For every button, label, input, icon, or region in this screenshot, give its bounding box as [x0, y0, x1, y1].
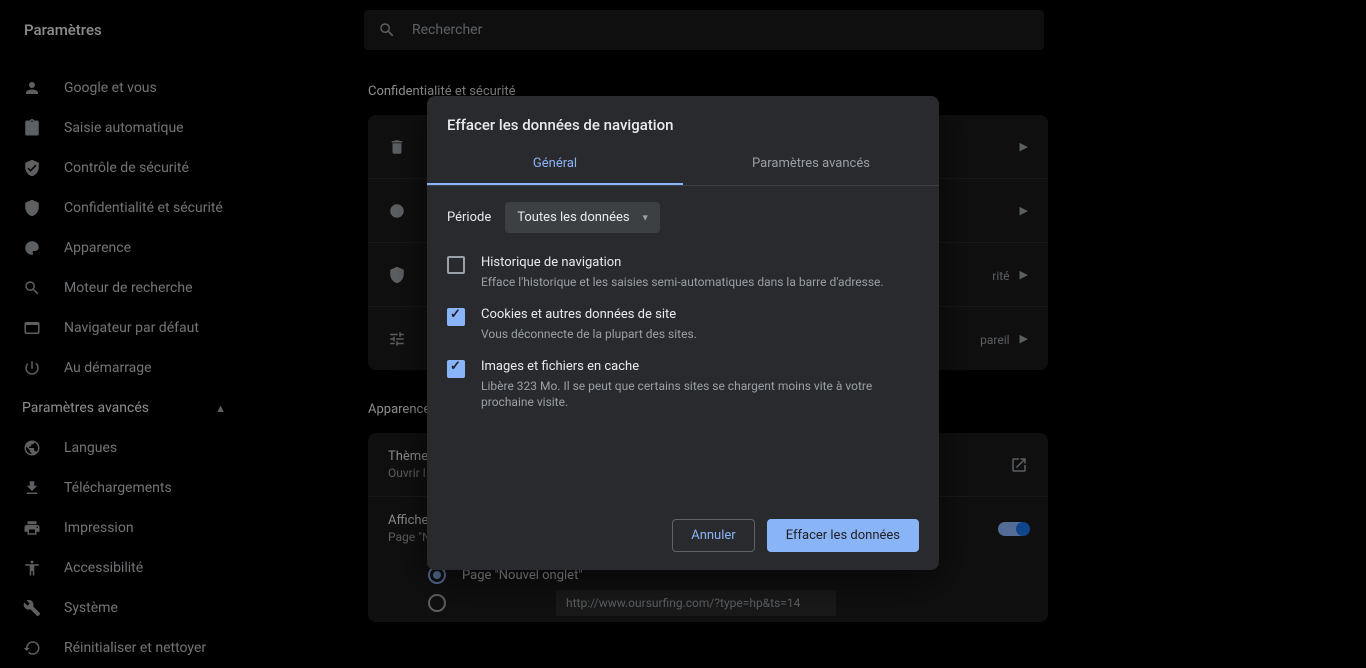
dialog-backdrop[interactable]: Effacer les données de navigation Généra…	[0, 0, 1366, 668]
clear-data-dialog: Effacer les données de navigation Généra…	[427, 96, 939, 570]
option-title: Cookies et autres données de site	[481, 307, 919, 322]
cancel-button[interactable]: Annuler	[672, 519, 754, 552]
checkbox-unchecked-icon[interactable]	[447, 256, 465, 274]
period-row: Période Toutes les données ▼	[427, 186, 939, 249]
option-sub: Efface l'historique et les saisies semi-…	[481, 274, 919, 291]
option-title: Images et fichiers en cache	[481, 359, 919, 374]
dropdown-arrow-icon: ▼	[641, 212, 650, 223]
checkbox-checked-icon[interactable]	[447, 308, 465, 326]
dialog-actions: Annuler Effacer les données	[427, 501, 939, 570]
checkbox-checked-icon[interactable]	[447, 360, 465, 378]
option-cache[interactable]: Images et fichiers en cache Libère 323 Mo…	[427, 353, 939, 422]
tab-advanced[interactable]: Paramètres avancés	[683, 144, 939, 185]
dialog-title: Effacer les données de navigation	[427, 96, 939, 144]
period-value: Toutes les données	[517, 210, 629, 225]
option-sub: Vous déconnecte de la plupart des sites.	[481, 326, 919, 343]
tab-basic[interactable]: Général	[427, 144, 683, 185]
period-select[interactable]: Toutes les données ▼	[505, 202, 659, 233]
option-cookies[interactable]: Cookies et autres données de site Vous dé…	[427, 301, 939, 353]
option-title: Historique de navigation	[481, 255, 919, 270]
option-sub: Libère 323 Mo. Il se peut que certains s…	[481, 378, 919, 412]
option-history[interactable]: Historique de navigation Efface l'histori…	[427, 249, 939, 301]
clear-data-button[interactable]: Effacer les données	[767, 519, 919, 552]
period-label: Période	[447, 210, 491, 225]
dialog-tabs: Général Paramètres avancés	[427, 144, 939, 186]
